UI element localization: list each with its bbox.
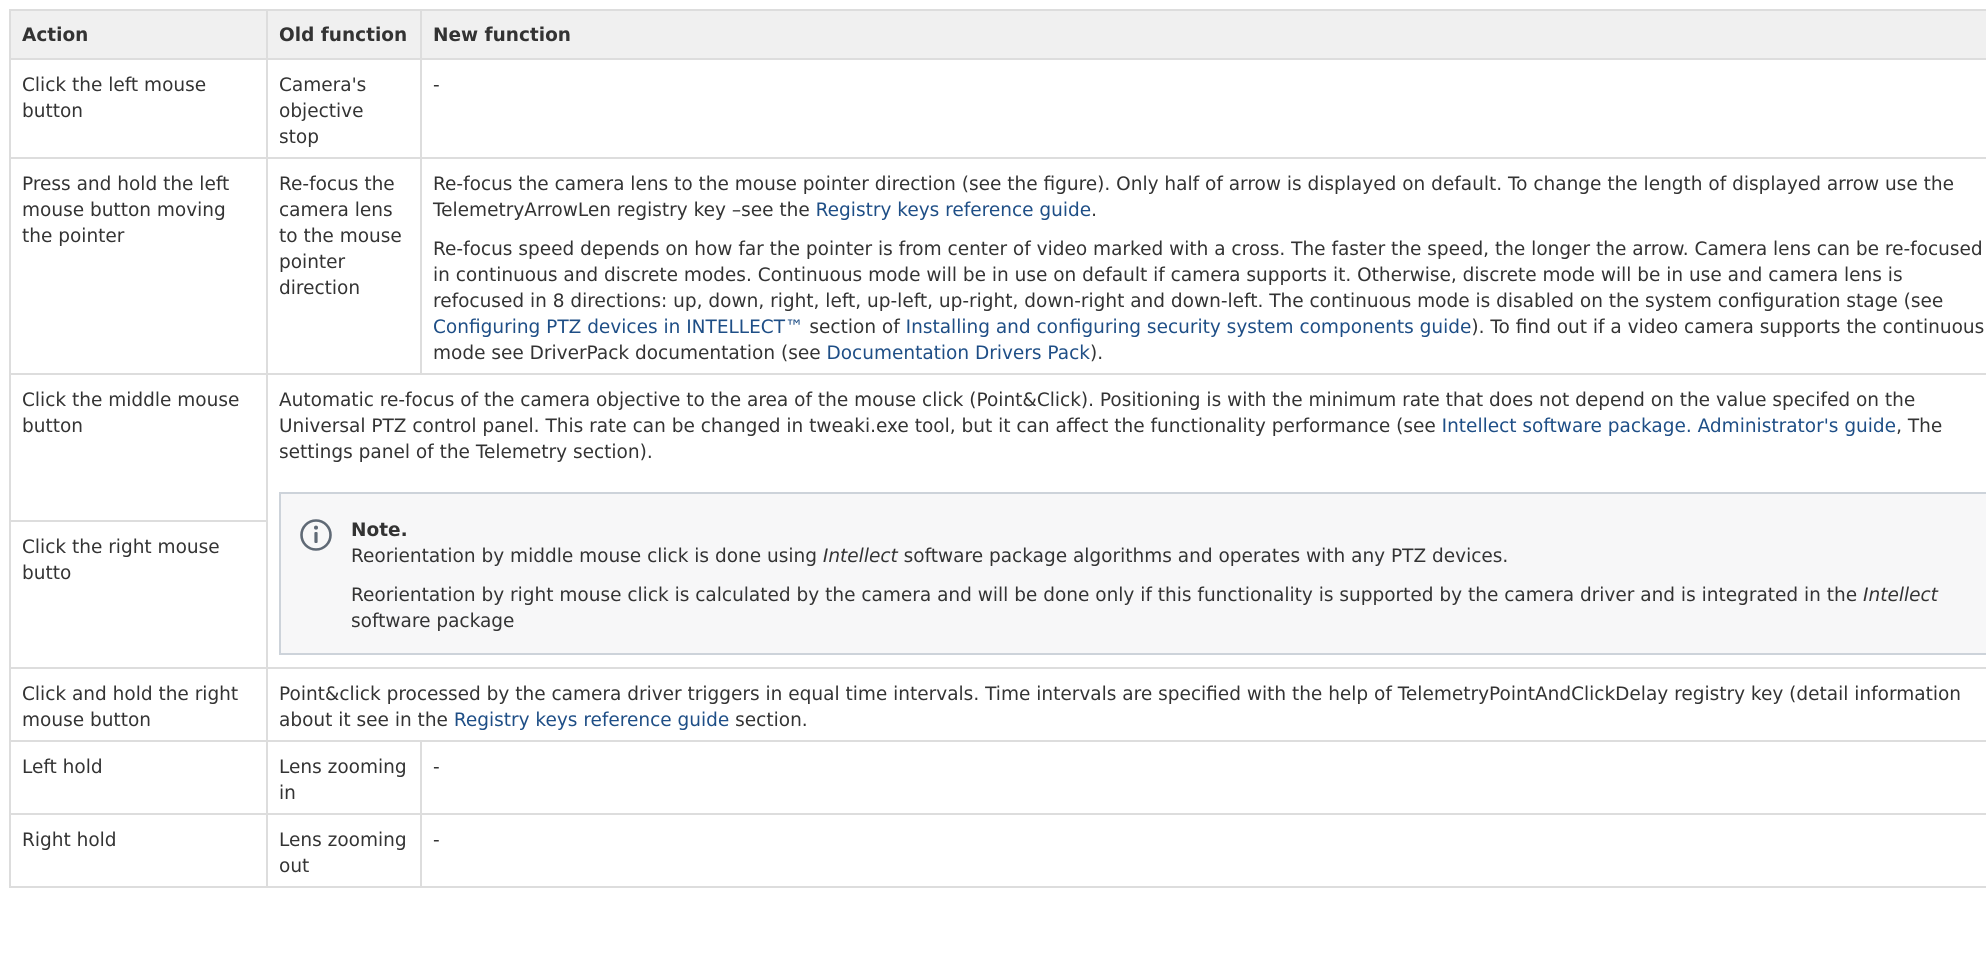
text-run: software package algorithms and operates… — [897, 546, 1509, 567]
new-function-cell: Point&click processed by the camera driv… — [266, 667, 1986, 742]
emphasis: Intellect — [1863, 585, 1938, 606]
note-paragraph: Reorientation by middle mouse click is d… — [351, 544, 1976, 570]
note-title: Note. — [351, 520, 408, 541]
configuring-ptz-link[interactable]: Configuring PTZ devices in INTELLECT™ — [433, 317, 804, 338]
old-function-cell: Lens zooming out — [266, 813, 422, 888]
action-cell: Click the middle mouse button — [9, 373, 268, 522]
table-row: Left hold Lens zooming in - — [9, 740, 1986, 815]
action-cell: Right hold — [9, 813, 268, 888]
text-run: software package — [351, 611, 515, 632]
old-function-cell: Re-focus the camera lens to the mouse po… — [266, 157, 422, 375]
table-row: Right hold Lens zooming out - — [9, 813, 1986, 888]
text-run: Reorientation by right mouse click is ca… — [351, 585, 1864, 606]
table-row: Click the left mouse button Camera's obj… — [9, 58, 1986, 159]
text-run: section of — [803, 317, 906, 338]
new-function-cell: - — [420, 740, 1986, 815]
text-run: Re-focus speed depends on how far the po… — [433, 239, 1983, 312]
text-run: ). — [1089, 343, 1104, 364]
note-paragraph: Reorientation by right mouse click is ca… — [351, 583, 1976, 635]
info-icon — [300, 519, 332, 551]
table-row: Press and hold the left mouse button mov… — [9, 157, 1986, 375]
old-function-cell: Camera's objective stop — [266, 58, 422, 159]
table-row: Click the middle mouse button Automatic … — [9, 373, 1986, 669]
paragraph: Re-focus the camera lens to the mouse po… — [433, 172, 1986, 224]
text-run: section. — [729, 710, 808, 731]
new-function-cell: Re-focus the camera lens to the mouse po… — [420, 157, 1986, 375]
action-cell: Click the right mouse butto — [9, 520, 268, 669]
old-function-cell: Lens zooming in — [266, 740, 422, 815]
new-function-cell: - — [420, 813, 1986, 888]
action-cell: Left hold — [9, 740, 268, 815]
drivers-pack-link[interactable]: Documentation Drivers Pack — [826, 343, 1090, 364]
new-function-cell: - — [420, 58, 1986, 159]
action-cell: Press and hold the left mouse button mov… — [9, 157, 268, 375]
action-cell: Click and hold the right mouse button — [9, 667, 268, 742]
table-header-row: Action Old function New function — [9, 9, 1986, 60]
text-run: Re-focus the camera lens to the mouse po… — [433, 174, 1954, 221]
emphasis: Intellect — [822, 546, 898, 567]
registry-keys-link[interactable]: Registry keys reference guide — [454, 710, 729, 731]
header-old-function: Old function — [266, 9, 422, 60]
table-row: Click and hold the right mouse button Po… — [9, 667, 1986, 742]
installing-guide-link[interactable]: Installing and configuring security syst… — [906, 317, 1472, 338]
text-run: . — [1091, 200, 1098, 221]
text-run: Reorientation by middle mouse click is d… — [351, 546, 823, 567]
note-panel: Note. Reorientation by middle mouse clic… — [279, 492, 1986, 655]
paragraph: Re-focus speed depends on how far the po… — [433, 237, 1986, 367]
header-new-function: New function — [420, 9, 1986, 60]
header-action: Action — [9, 9, 268, 60]
admin-guide-link[interactable]: Intellect software package. Administrato… — [1442, 416, 1896, 437]
action-cell: Click the left mouse button — [9, 58, 268, 159]
new-function-cell: Automatic re-focus of the camera objecti… — [266, 373, 1986, 669]
functions-table: Action Old function New function Click t… — [9, 9, 1986, 888]
registry-keys-link[interactable]: Registry keys reference guide — [816, 200, 1091, 221]
